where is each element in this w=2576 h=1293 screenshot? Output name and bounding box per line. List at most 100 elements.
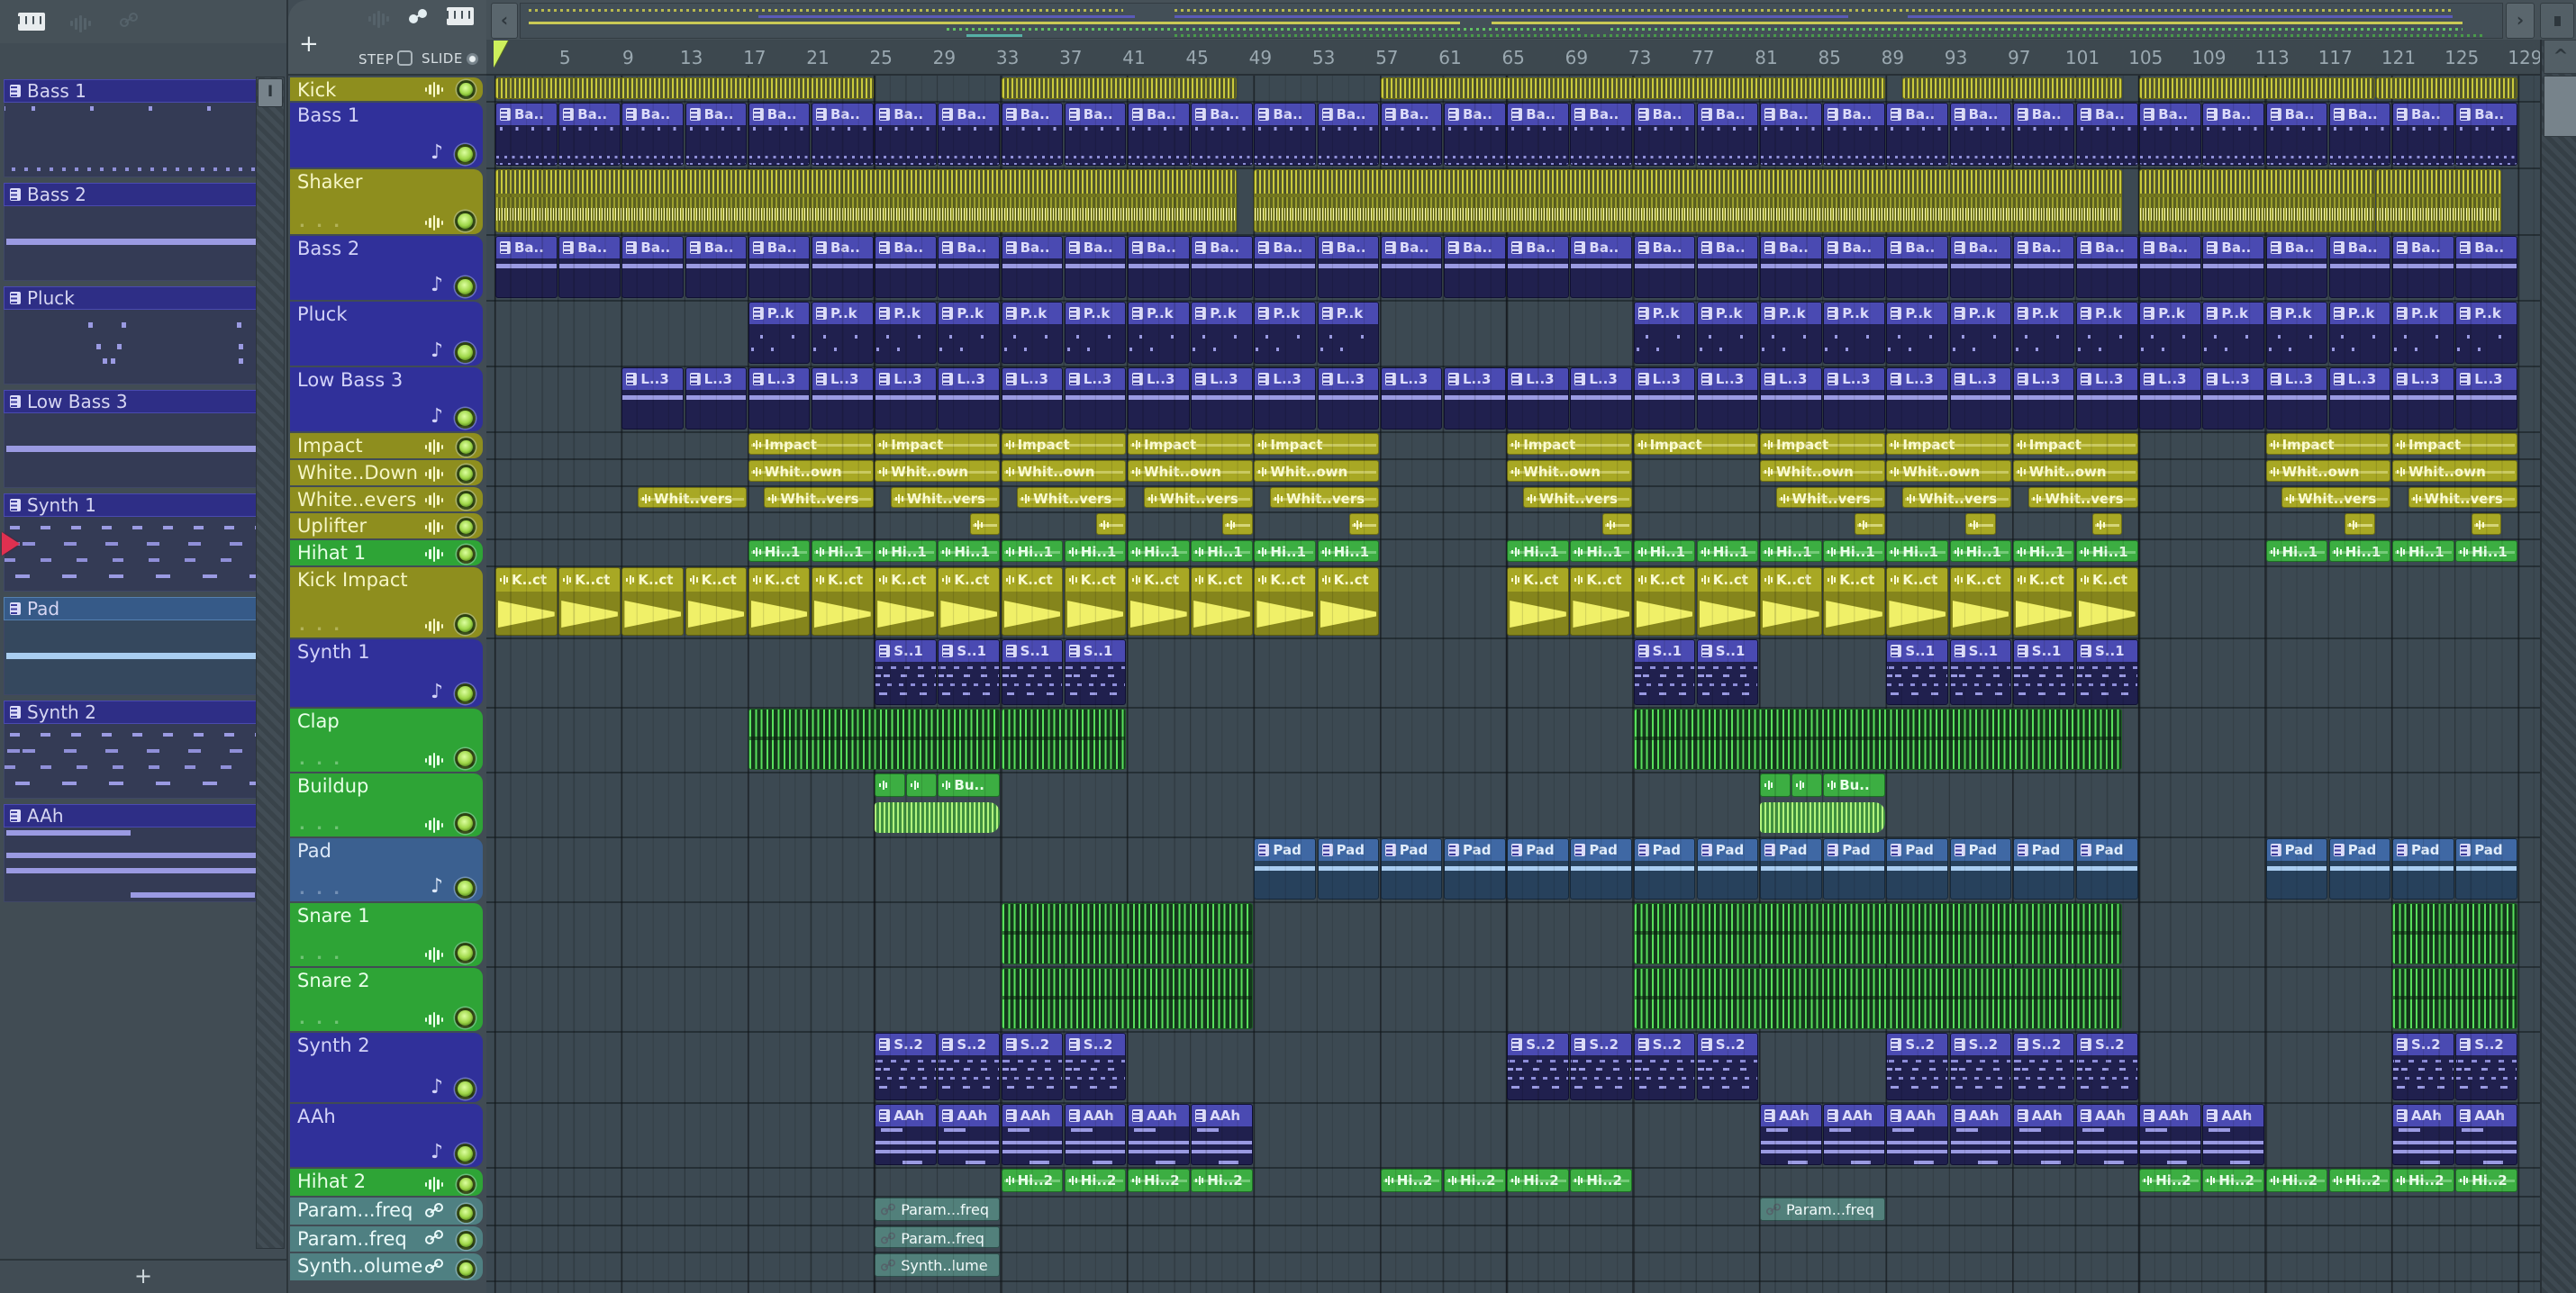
- pattern-item-header[interactable]: Bass 2: [4, 183, 269, 206]
- pattern-clip-bass-2[interactable]: Ba..: [1001, 236, 1064, 298]
- audio-clip-hihat-2[interactable]: Hi..2: [1001, 1169, 1064, 1192]
- pattern-clip-bass-1[interactable]: Ba..: [2265, 103, 2328, 166]
- track-header-buildup[interactable]: Buildup . . .: [290, 773, 483, 836]
- audio-clip-buildup[interactable]: [906, 773, 937, 797]
- pattern-clip-pad[interactable]: Pad: [2265, 838, 2328, 900]
- pattern-clip-bass-1[interactable]: Ba..: [2012, 103, 2075, 166]
- pattern-clip-aah[interactable]: AAh: [1191, 1104, 1253, 1165]
- pattern-clip-pad[interactable]: Pad: [1760, 838, 1822, 900]
- pattern-clip-bass-2[interactable]: Ba..: [685, 236, 748, 298]
- pattern-clip-bass-2[interactable]: Ba..: [2012, 236, 2075, 298]
- pattern-clip-pad[interactable]: Pad: [1380, 838, 1443, 900]
- pattern-clip-synth-2[interactable]: S..2: [1633, 1033, 1696, 1100]
- track-header-hihat-2[interactable]: Hihat 2: [290, 1169, 483, 1196]
- pattern-clip-bass-2[interactable]: Ba..: [2392, 236, 2454, 298]
- pattern-clip-bass-1[interactable]: Ba..: [2139, 103, 2201, 166]
- track-header-white-evers[interactable]: White..evers: [290, 487, 483, 511]
- audio-clip-clap[interactable]: [1001, 709, 1127, 770]
- pattern-clip-synth-1[interactable]: S..1: [1886, 639, 1949, 705]
- pattern-clip-pad[interactable]: Pad: [1317, 838, 1380, 900]
- track-lane-hihat-2[interactable]: Hi..2 Hi..2 Hi..2 Hi..2 Hi..2 Hi..2 Hi..2 Hi..2…: [486, 1169, 2540, 1198]
- pattern-clip-bass-2[interactable]: Ba..: [748, 236, 811, 298]
- pattern-clip-bass-1[interactable]: Ba..: [621, 103, 685, 166]
- audio-clip-waveform-buildup[interactable]: [875, 802, 1001, 833]
- audio-clip-impact[interactable]: Impact: [875, 433, 1001, 455]
- audio-clip-hihat-1[interactable]: Hi..1: [2265, 540, 2328, 562]
- pattern-clip-bass-2[interactable]: Ba..: [621, 236, 685, 298]
- track-header-synth-1[interactable]: Synth 1 ♪: [290, 639, 483, 707]
- audio-clip-impact[interactable]: Impact: [2012, 433, 2138, 455]
- add-pattern-button[interactable]: +: [0, 1259, 286, 1293]
- pattern-clip-pluck[interactable]: P..k: [2012, 302, 2075, 364]
- scroll-right-button[interactable]: ›: [2506, 3, 2535, 39]
- pattern-clip-pluck[interactable]: P..k: [1254, 302, 1317, 364]
- track-enable-led[interactable]: [455, 813, 476, 834]
- track-lane-hihat-1[interactable]: Hi..1 Hi..1 Hi..1 Hi..1 Hi..1 Hi..1 Hi..1 Hi..1…: [486, 540, 2540, 567]
- audio-clip-kick-impact[interactable]: K..ct: [1064, 567, 1127, 636]
- pattern-clip-pluck[interactable]: P..k: [1823, 302, 1885, 364]
- audio-clip-kick[interactable]: [1901, 77, 2123, 99]
- audio-clip-kick-impact[interactable]: K..ct: [1696, 567, 1759, 636]
- audio-clip-impact[interactable]: Impact: [1633, 433, 1759, 455]
- pattern-clip-pluck[interactable]: P..k: [748, 302, 811, 364]
- pattern-clip-aah[interactable]: AAh: [1886, 1104, 1949, 1165]
- audio-clip-kick-impact[interactable]: K..ct: [1191, 567, 1253, 636]
- pattern-clip-synth-2[interactable]: S..2: [1949, 1033, 2012, 1100]
- pattern-item-header[interactable]: Bass 1: [4, 79, 269, 103]
- pattern-clip-low-bass-3[interactable]: L..3: [1380, 367, 1443, 429]
- track-header-snare-1[interactable]: Snare 1 . . .: [290, 903, 483, 966]
- audio-clip-impact[interactable]: Impact: [1001, 433, 1127, 455]
- pattern-clip-synth-1[interactable]: S..1: [2012, 639, 2075, 705]
- audio-clip-impact[interactable]: Impact: [748, 433, 874, 455]
- pattern-clip-aah[interactable]: AAh: [1064, 1104, 1127, 1165]
- audio-clip-impact[interactable]: Impact: [2265, 433, 2391, 455]
- pattern-clip-bass-2[interactable]: Ba..: [1380, 236, 1443, 298]
- pattern-clip-pad[interactable]: Pad: [2392, 838, 2454, 900]
- pattern-clip-bass-1[interactable]: Ba..: [1128, 103, 1190, 166]
- pattern-clip-bass-1[interactable]: Ba..: [2455, 103, 2517, 166]
- audio-clip-kick-impact[interactable]: K..ct: [1823, 567, 1885, 636]
- pattern-clip-pad[interactable]: Pad: [1886, 838, 1949, 900]
- pattern-clip-bass-1[interactable]: Ba..: [2328, 103, 2391, 166]
- pattern-clip-bass-1[interactable]: Ba..: [1949, 103, 2012, 166]
- audio-clip-buildup[interactable]: [1791, 773, 1822, 797]
- audio-clip-white-down[interactable]: Whit..own: [1128, 460, 1253, 482]
- pattern-clip-pad[interactable]: Pad: [1633, 838, 1696, 900]
- vertical-scrollbar-thumb[interactable]: [2544, 76, 2576, 137]
- pattern-clip-aah[interactable]: AAh: [2392, 1104, 2454, 1165]
- pattern-clip-aah[interactable]: AAh: [2139, 1104, 2201, 1165]
- track-header-param-freq[interactable]: Param..freq: [290, 1226, 483, 1252]
- pattern-clip-pluck[interactable]: P..k: [1064, 302, 1127, 364]
- pattern-item-bass-1[interactable]: Bass 1: [4, 79, 269, 177]
- track-enable-led[interactable]: [455, 276, 476, 297]
- pattern-clip-low-bass-3[interactable]: L..3: [812, 367, 874, 429]
- pattern-clip-synth-1[interactable]: S..1: [1001, 639, 1064, 705]
- audio-clip-white-evers[interactable]: Whit..vers: [2408, 487, 2517, 508]
- pattern-item-aah[interactable]: AAh: [4, 804, 269, 902]
- pattern-clip-pad[interactable]: Pad: [2012, 838, 2075, 900]
- pattern-clip-bass-1[interactable]: Ba..: [875, 103, 937, 166]
- audio-clip-white-down[interactable]: Whit..own: [1001, 460, 1127, 482]
- pattern-clip-low-bass-3[interactable]: L..3: [875, 367, 937, 429]
- track-header-bass-2[interactable]: Bass 2 ♪: [290, 236, 483, 300]
- audio-clip-snare-2[interactable]: [1633, 968, 2123, 1029]
- audio-clip-hihat-2[interactable]: Hi..2: [2455, 1169, 2517, 1192]
- track-header-bass-1[interactable]: Bass 1 ♪: [290, 103, 483, 167]
- pattern-clip-low-bass-3[interactable]: L..3: [1570, 367, 1633, 429]
- track-enable-led[interactable]: [457, 438, 476, 457]
- pattern-item-header[interactable]: Pad: [4, 597, 269, 620]
- pattern-clip-pluck[interactable]: P..k: [1886, 302, 1949, 364]
- pattern-item-pad[interactable]: Pad: [4, 597, 269, 695]
- audio-clip-hihat-1[interactable]: Hi..1: [1949, 540, 2012, 562]
- pattern-clip-pluck[interactable]: P..k: [1760, 302, 1822, 364]
- audio-clip-snare-2[interactable]: [2392, 968, 2517, 1029]
- pattern-clip-low-bass-3[interactable]: L..3: [2392, 367, 2454, 429]
- audio-clip-white-down[interactable]: Whit..own: [1254, 460, 1380, 482]
- pattern-clip-low-bass-3[interactable]: L..3: [1823, 367, 1885, 429]
- track-header-synth-2[interactable]: Synth 2 ♪: [290, 1033, 483, 1102]
- audio-clip-kick-impact[interactable]: K..ct: [1128, 567, 1190, 636]
- pattern-item-pluck[interactable]: Pluck: [4, 286, 269, 384]
- pattern-clip-bass-2[interactable]: Ba..: [2076, 236, 2138, 298]
- audio-clip-white-down[interactable]: Whit..own: [1760, 460, 1885, 482]
- audio-clip-uplifter[interactable]: [2345, 513, 2375, 535]
